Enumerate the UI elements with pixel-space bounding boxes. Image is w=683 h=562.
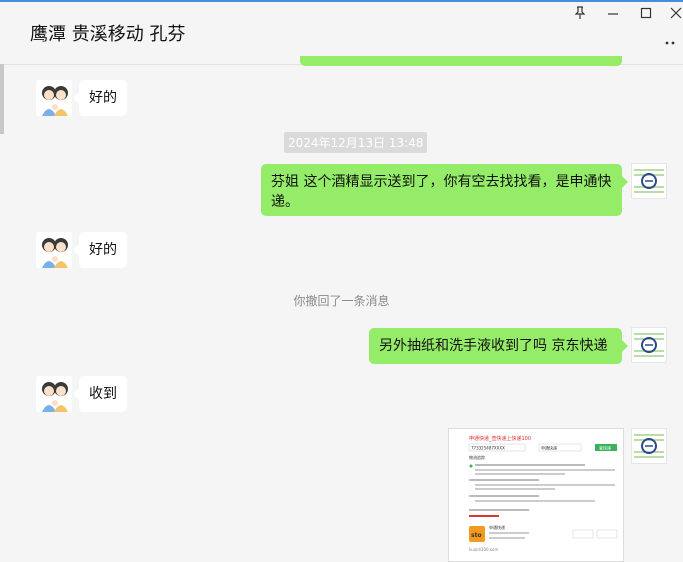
map-avatar-icon	[632, 164, 666, 198]
message-text: 好的	[89, 90, 117, 106]
couple-avatar-icon	[36, 232, 72, 268]
self-avatar[interactable]	[631, 163, 667, 199]
contact-avatar[interactable]	[36, 232, 72, 268]
map-avatar-icon	[632, 429, 666, 463]
timestamp-badge: 2024年12月13日 13:48	[284, 132, 428, 153]
scrollbar-thumb[interactable]	[0, 64, 4, 134]
pin-icon[interactable]	[574, 6, 586, 23]
couple-avatar-icon	[36, 376, 72, 412]
close-icon[interactable]	[670, 6, 682, 23]
couple-avatar-icon	[36, 80, 72, 116]
screenshot-top-link: 申通快递_查快递上快递100	[469, 435, 531, 442]
more-icon[interactable]	[665, 32, 675, 50]
screenshot-logo: sto	[471, 532, 482, 539]
screenshot-query-button: 查快递	[599, 445, 611, 451]
previous-message-bubble[interactable]	[300, 56, 622, 66]
self-avatar[interactable]	[631, 327, 667, 363]
window-accent-line	[0, 0, 683, 2]
message-bubble[interactable]: 好的	[79, 232, 127, 268]
message-bubble[interactable]: 另外抽纸和洗手液收到了吗 京东快递	[369, 328, 622, 364]
bubble-tail	[622, 176, 628, 188]
message-bubble[interactable]: 好的	[79, 80, 127, 116]
contact-avatar[interactable]	[36, 376, 72, 412]
screenshot-input: 773325487XXXX	[471, 446, 505, 451]
message-text: 收到	[89, 386, 117, 402]
image-message[interactable]: 申通快递_查快递上快递100 773325487XXXX 申通快递 查快递 物流…	[448, 428, 624, 562]
map-avatar-icon	[632, 328, 666, 362]
screenshot-select: 申通快递	[541, 445, 557, 451]
message-bubble[interactable]: 收到	[79, 376, 127, 412]
message-text: 芬姐 这个酒精显示送到了，你有空去找找看，是申通快递。	[271, 174, 612, 210]
recall-notice: 你撤回了一条消息	[293, 294, 390, 308]
self-avatar[interactable]	[631, 428, 667, 464]
contact-avatar[interactable]	[36, 80, 72, 116]
screenshot-footer: kuaidi100.com	[469, 547, 498, 552]
message-bubble[interactable]: 芬姐 这个酒精显示送到了，你有空去找找看，是申通快递。	[261, 164, 622, 216]
message-text: 好的	[89, 242, 117, 258]
screenshot-section-label: 物流追踪	[469, 454, 485, 460]
message-text: 另外抽纸和洗手液收到了吗 京东快递	[379, 338, 608, 354]
minimize-icon[interactable]	[607, 6, 619, 23]
tracking-screenshot: 申通快递_查快递上快递100 773325487XXXX 申通快递 查快递 物流…	[449, 429, 623, 561]
screenshot-company: 申通快递	[489, 524, 505, 530]
chat-title: 鹰潭 贵溪移动 孔芬	[30, 24, 186, 45]
bubble-tail	[622, 340, 628, 352]
maximize-icon[interactable]	[640, 6, 652, 23]
